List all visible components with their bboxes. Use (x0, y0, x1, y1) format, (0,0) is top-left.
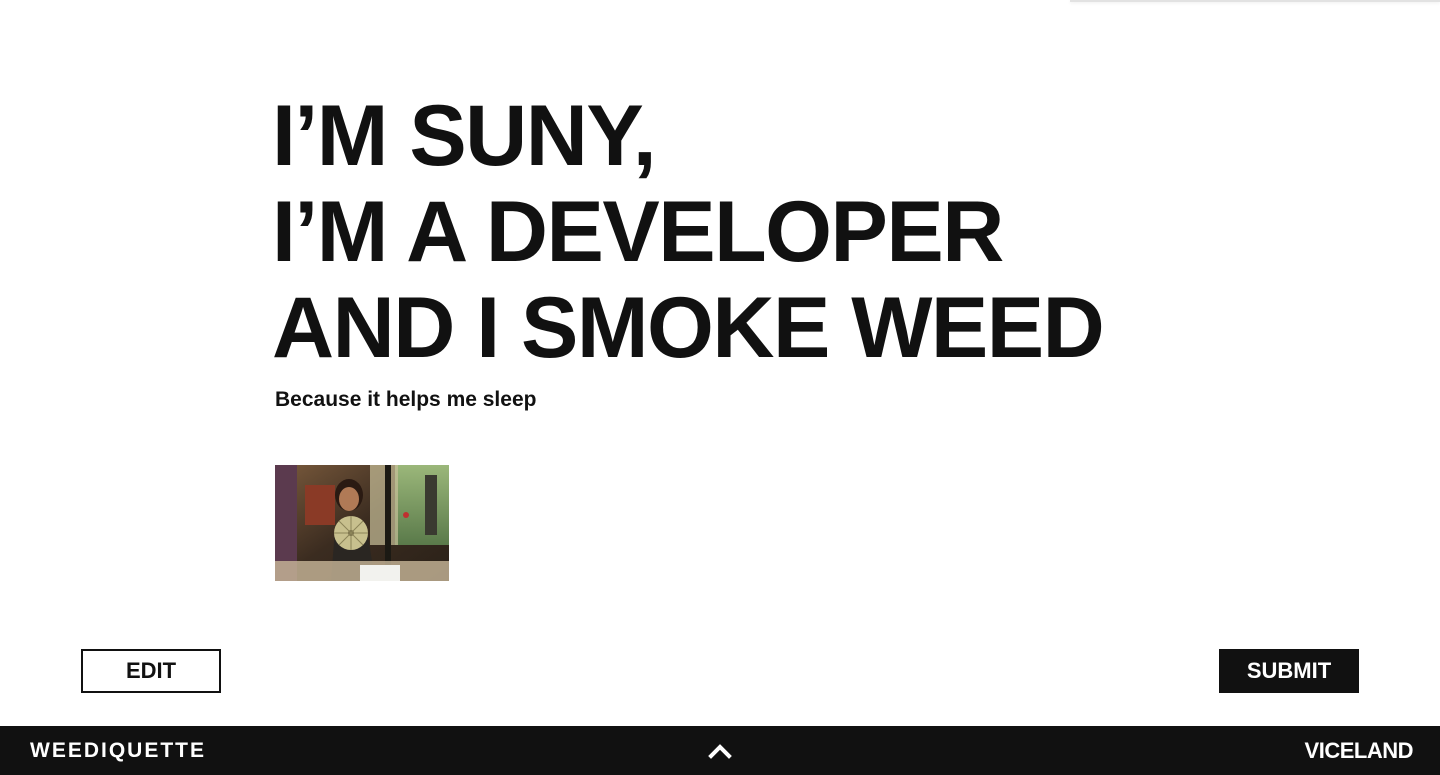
footer-bar: WEEDIQUETTE VICELAND (0, 726, 1440, 775)
headline-line-1: I’M SUNY, (272, 88, 657, 184)
headline-line-3: AND I SMOKE WEED (272, 280, 1105, 376)
photo-image (275, 465, 449, 581)
weediquette-logo[interactable]: WEEDIQUETTE (30, 738, 206, 764)
headline-line-2: I’M A DEVELOPER (272, 184, 1004, 280)
viceland-logo[interactable]: VICELAND (1305, 738, 1414, 764)
uploaded-photo (275, 465, 449, 581)
edit-button[interactable]: EDIT (81, 649, 221, 693)
page: I’M SUNY, I’M A DEVELOPER AND I SMOKE WE… (0, 0, 1440, 775)
subheadline: Because it helps me sleep (275, 388, 537, 411)
headline: I’M SUNY, I’M A DEVELOPER AND I SMOKE WE… (272, 88, 1105, 376)
submit-button[interactable]: SUBMIT (1219, 649, 1359, 693)
chevron-up-icon-svg (708, 744, 732, 759)
top-edge-shadow (1070, 0, 1440, 2)
chevron-up-icon[interactable] (708, 743, 732, 759)
